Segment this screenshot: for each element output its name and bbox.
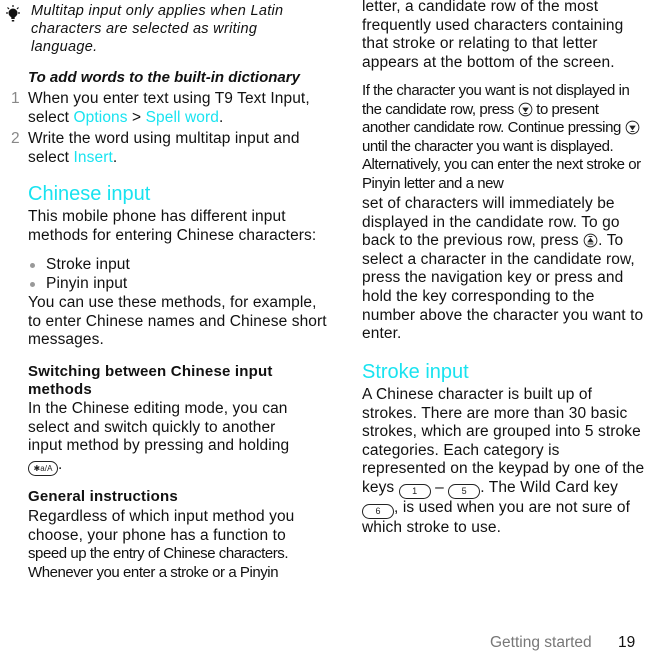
key-6-icon: 6 xyxy=(362,503,394,519)
general-text-condensed: speed up the entry of Chinese characters… xyxy=(28,545,289,581)
stroke-input-heading: Stroke input xyxy=(362,361,469,383)
stroke-text: . The Wild Card key xyxy=(480,478,618,496)
lightbulb-icon xyxy=(6,5,20,22)
general-para1-end: letter, a candidate row of the most freq… xyxy=(362,0,624,71)
key-5-icon: 5 xyxy=(448,483,481,499)
procedure-step: 1 When you enter text using T9 Text Input… xyxy=(11,90,328,127)
switching-text-end: . xyxy=(58,455,63,473)
bullet-item: Stroke input xyxy=(28,256,130,275)
range-dash: – xyxy=(430,478,449,496)
spell-word-link[interactable]: Spell word xyxy=(146,109,219,126)
bullet-item: Pinyin input xyxy=(28,275,127,294)
star-key-icon: ✱a/A xyxy=(28,460,58,476)
general-text: until the character you want is displaye… xyxy=(362,137,641,192)
chinese-input-heading: Chinese input xyxy=(28,183,151,205)
procedure-title: To add words to the built-in dictionary xyxy=(28,69,300,86)
chinese-input-intro: This mobile phone has different input me… xyxy=(28,208,328,245)
key-1-icon: 1 xyxy=(398,483,431,499)
step-number: 2 xyxy=(11,130,20,147)
switching-text-body: In the Chinese editing mode, you can sel… xyxy=(28,400,290,455)
step-text: Write the word using multitap input and … xyxy=(28,130,300,166)
insert-link[interactable]: Insert xyxy=(74,149,113,166)
general-para2: If the character you want is not display… xyxy=(362,82,648,194)
step-text-end: . xyxy=(218,108,224,126)
step-text-end: . xyxy=(112,148,118,166)
stroke-input-text: A Chinese character is built up of strok… xyxy=(362,386,647,538)
switching-text: In the Chinese editing mode, you can sel… xyxy=(28,400,308,476)
step-number: 1 xyxy=(11,90,20,107)
nav-up-icon xyxy=(583,233,598,248)
nav-down-icon xyxy=(518,102,532,116)
page-number: 19 xyxy=(618,634,636,651)
options-link[interactable]: Options xyxy=(74,109,128,126)
stroke-text: , is used when you are not sure of which… xyxy=(362,498,631,536)
general-para1-start: Regardless of which input method you cho… xyxy=(28,508,328,582)
menu-separator: > xyxy=(127,108,146,126)
general-para2-continued: set of characters will immediately be di… xyxy=(362,195,648,344)
general-text: set of characters will immediately be di… xyxy=(362,195,620,250)
nav-down-icon xyxy=(625,120,639,135)
general-text: Regardless of which input method you cho… xyxy=(28,508,295,544)
intro-text: This mobile phone has different input me… xyxy=(28,208,317,244)
footer-section-title: Getting started xyxy=(490,634,592,651)
switching-heading: Switching between Chinese input methods xyxy=(28,363,273,398)
general-instructions-heading: General instructions xyxy=(28,488,178,505)
tip-text: Multitap input only applies when Latin c… xyxy=(31,3,284,55)
procedure-step: 2 Write the word using multitap input and… xyxy=(11,130,328,167)
chinese-input-usage: You can use these methods, for example, … xyxy=(28,294,327,349)
